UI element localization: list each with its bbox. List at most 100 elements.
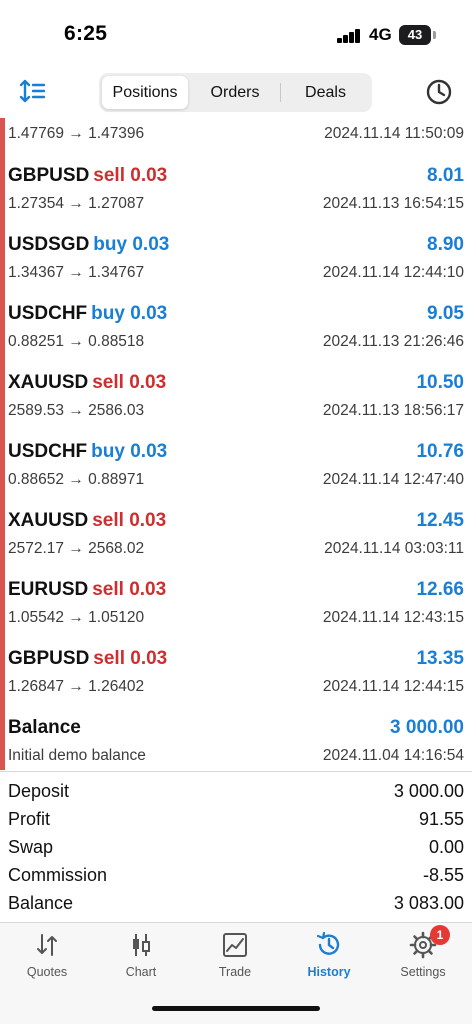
segment-divider bbox=[280, 83, 281, 102]
history-icon bbox=[316, 931, 340, 955]
list-item[interactable]: XAUUSD sell 0.03 12.45 2572.17 → 2568.02 … bbox=[0, 510, 472, 566]
tab-positions[interactable]: Positions bbox=[102, 76, 188, 109]
summary-balance: Balance 3 083.00 bbox=[0, 893, 472, 921]
balance-amount: 3 000.00 bbox=[390, 717, 464, 738]
deal-profit: 8.90 bbox=[427, 234, 464, 255]
symbol: USDCHF bbox=[8, 303, 88, 324]
price-change: 1.47769 → 1.47396 bbox=[8, 125, 145, 142]
deal-side: sell 0.03 bbox=[92, 579, 167, 600]
symbol: USDSGD bbox=[8, 234, 90, 255]
deal-profit: 12.66 bbox=[416, 579, 464, 600]
list-item[interactable]: EURUSD sell 0.03 12.66 1.05542 → 1.05120 … bbox=[0, 579, 472, 635]
balance-title: Balance bbox=[8, 717, 81, 738]
balance-item[interactable]: Balance 3 000.00 Initial demo balance 20… bbox=[0, 717, 472, 770]
deal-time: 2024.11.14 12:44:15 bbox=[322, 678, 464, 695]
network-type: 4G bbox=[369, 25, 392, 44]
summary-label: Profit bbox=[8, 809, 51, 829]
tab-label: Quotes bbox=[26, 965, 68, 979]
symbol: XAUUSD bbox=[8, 510, 89, 531]
price-change: 2572.17 → 2568.02 bbox=[8, 540, 145, 557]
summary-label: Balance bbox=[8, 893, 74, 913]
list-item[interactable]: XAUUSD sell 0.03 10.50 2589.53 → 2586.03 … bbox=[0, 372, 472, 428]
deal-profit: 9.05 bbox=[427, 303, 464, 324]
summary-commission: Commission -8.55 bbox=[0, 865, 472, 893]
tab-label: Trade bbox=[218, 965, 252, 979]
price-change: 2589.53 → 2586.03 bbox=[8, 402, 145, 419]
list-item[interactable]: 1.47769 → 1.47396 2024.11.14 11:50:09 bbox=[0, 118, 472, 151]
balance-comment: Initial demo balance bbox=[8, 747, 146, 764]
signal-icon bbox=[337, 29, 363, 43]
tab-label: Chart bbox=[125, 965, 157, 979]
list-item[interactable]: GBPUSD sell 0.03 8.01 1.27354 → 1.27087 2… bbox=[0, 165, 472, 221]
deal-profit: 13.35 bbox=[416, 648, 464, 669]
status-bar: 6:25 4G 43 bbox=[0, 0, 472, 60]
deal-profit: 12.45 bbox=[416, 510, 464, 531]
sort-icon[interactable] bbox=[18, 78, 48, 104]
home-indicator[interactable] bbox=[152, 1006, 320, 1011]
symbol: EURUSD bbox=[8, 579, 89, 600]
list-item[interactable]: GBPUSD sell 0.03 13.35 1.26847 → 1.26402 … bbox=[0, 648, 472, 704]
summary-swap: Swap 0.00 bbox=[0, 837, 472, 865]
summary-value: 3 083.00 bbox=[393, 893, 464, 913]
summary-deposit: Deposit 3 000.00 bbox=[0, 781, 472, 809]
deal-side: sell 0.03 bbox=[93, 165, 168, 186]
quotes-icon bbox=[37, 934, 57, 956]
deal-time: 2024.11.04 14:16:54 bbox=[322, 747, 464, 764]
summary-profit: Profit 91.55 bbox=[0, 809, 472, 837]
symbol: USDCHF bbox=[8, 441, 88, 462]
deal-time: 2024.11.13 16:54:15 bbox=[322, 195, 464, 212]
price-change: 1.05542 → 1.05120 bbox=[8, 609, 145, 626]
list-item[interactable]: USDCHF buy 0.03 10.76 0.88652 → 0.88971 2… bbox=[0, 441, 472, 497]
summary-label: Commission bbox=[8, 865, 108, 885]
price-change: 1.27354 → 1.27087 bbox=[8, 195, 145, 212]
deal-time: 2024.11.14 12:47:40 bbox=[322, 471, 464, 488]
list-item[interactable]: USDCHF buy 0.03 9.05 0.88251 → 0.88518 20… bbox=[0, 303, 472, 359]
price-change: 1.34367 → 1.34767 bbox=[8, 264, 145, 281]
symbol: XAUUSD bbox=[8, 372, 89, 393]
deal-profit: 10.76 bbox=[416, 441, 464, 462]
symbol: GBPUSD bbox=[8, 648, 90, 669]
tab-settings[interactable]: 1 Settings bbox=[376, 925, 470, 991]
deal-side: buy 0.03 bbox=[91, 303, 168, 324]
price-change: 0.88652 → 0.88971 bbox=[8, 471, 145, 488]
tab-trade[interactable]: Trade bbox=[188, 931, 282, 991]
tab-quotes[interactable]: Quotes bbox=[0, 931, 94, 991]
deal-time: 2024.11.14 12:43:15 bbox=[322, 609, 464, 626]
deal-side: sell 0.03 bbox=[92, 372, 167, 393]
deal-side: sell 0.03 bbox=[92, 510, 167, 531]
tab-history[interactable]: History bbox=[282, 931, 376, 991]
deals-list: 1.47769 → 1.47396 2024.11.14 11:50:09 GB… bbox=[0, 118, 472, 770]
list-item[interactable]: USDSGD buy 0.03 8.90 1.34367 → 1.34767 20… bbox=[0, 234, 472, 290]
tab-label: History bbox=[307, 965, 351, 979]
tab-chart[interactable]: Chart bbox=[94, 931, 188, 991]
deal-time: 2024.11.13 21:26:46 bbox=[322, 333, 464, 350]
price-change: 0.88251 → 0.88518 bbox=[8, 333, 145, 350]
summary-divider bbox=[0, 771, 472, 772]
summary-label: Deposit bbox=[8, 781, 70, 801]
status-time: 6:25 bbox=[64, 22, 108, 45]
summary-label: Swap bbox=[8, 837, 54, 857]
trade-chart-icon bbox=[223, 933, 247, 957]
deal-time: 2024.11.14 03:03:11 bbox=[324, 540, 464, 557]
deal-profit: 10.50 bbox=[416, 372, 464, 393]
notification-badge: 1 bbox=[430, 925, 450, 945]
candlestick-chart-icon bbox=[133, 934, 150, 956]
top-toolbar: Positions Orders Deals bbox=[0, 70, 472, 114]
price-change: 1.26847 → 1.26402 bbox=[8, 678, 145, 695]
tab-deals[interactable]: Deals bbox=[282, 76, 369, 109]
battery-icon: 43 bbox=[399, 25, 431, 45]
summary-value: 3 000.00 bbox=[393, 781, 464, 801]
deal-time: 2024.11.14 11:50:09 bbox=[324, 125, 464, 142]
deal-profit: 8.01 bbox=[427, 165, 464, 186]
clock-icon[interactable] bbox=[424, 77, 454, 107]
summary-value: -8.55 bbox=[422, 865, 464, 885]
deal-side: buy 0.03 bbox=[93, 234, 170, 255]
tab-orders[interactable]: Orders bbox=[191, 76, 279, 109]
deal-side: buy 0.03 bbox=[91, 441, 168, 462]
deal-time: 2024.11.14 12:44:10 bbox=[322, 264, 464, 281]
tab-label: Settings bbox=[400, 965, 446, 979]
summary-value: 0.00 bbox=[428, 837, 464, 857]
deal-side: sell 0.03 bbox=[93, 648, 168, 669]
deal-time: 2024.11.13 18:56:17 bbox=[322, 402, 464, 419]
segmented-control: Positions Orders Deals bbox=[99, 73, 372, 112]
